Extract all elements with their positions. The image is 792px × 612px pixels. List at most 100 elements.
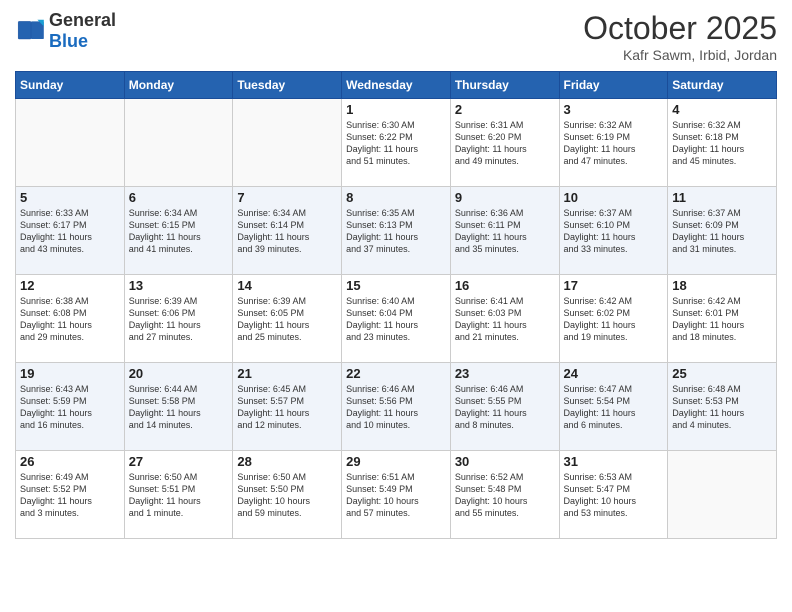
calendar-cell: 6 Sunrise: 6:34 AM Sunset: 6:15 PM Daylig… [124,187,233,275]
day-info: Sunrise: 6:33 AM Sunset: 6:17 PM Dayligh… [20,207,120,256]
calendar-cell [233,99,342,187]
day-header-thursday: Thursday [450,72,559,99]
day-number: 20 [129,366,229,381]
day-info: Sunrise: 6:47 AM Sunset: 5:54 PM Dayligh… [564,383,664,432]
day-number: 15 [346,278,446,293]
day-info: Sunrise: 6:41 AM Sunset: 6:03 PM Dayligh… [455,295,555,344]
day-number: 24 [564,366,664,381]
day-number: 11 [672,190,772,205]
calendar-cell: 23Sunrise: 6:46 AM Sunset: 5:55 PM Dayli… [450,363,559,451]
calendar-cell: 24 Sunrise: 6:47 AM Sunset: 5:54 PM Dayli… [559,363,668,451]
logo-icon [15,15,47,47]
day-number: 27 [129,454,229,469]
title-block: October 2025 Kafr Sawm, Irbid, Jordan [583,10,777,63]
day-info: Sunrise: 6:42 AM Sunset: 6:01 PM Dayligh… [672,295,772,344]
day-info: Sunrise: 6:35 AM Sunset: 6:13 PM Dayligh… [346,207,446,256]
calendar-cell: 7 Sunrise: 6:34 AM Sunset: 6:14 PM Daylig… [233,187,342,275]
day-number: 28 [237,454,337,469]
calendar-cell: 4Sunrise: 6:32 AM Sunset: 6:18 PM Daylig… [668,99,777,187]
day-number: 1 [346,102,446,117]
day-info: Sunrise: 6:49 AM Sunset: 5:52 PM Dayligh… [20,471,120,520]
day-info: Sunrise: 6:45 AM Sunset: 5:57 PM Dayligh… [237,383,337,432]
day-number: 8 [346,190,446,205]
day-info: Sunrise: 6:32 AM Sunset: 6:19 PM Dayligh… [564,119,664,168]
calendar-header-row: SundayMondayTuesdayWednesdayThursdayFrid… [16,72,777,99]
logo-general-text: General [49,10,116,30]
calendar-cell: 14 Sunrise: 6:39 AM Sunset: 6:05 PM Dayli… [233,275,342,363]
day-info: Sunrise: 6:46 AM Sunset: 5:56 PM Dayligh… [346,383,446,432]
day-info: Sunrise: 6:37 AM Sunset: 6:10 PM Dayligh… [564,207,664,256]
calendar-cell: 13 Sunrise: 6:39 AM Sunset: 6:06 PM Dayli… [124,275,233,363]
day-header-tuesday: Tuesday [233,72,342,99]
day-number: 19 [20,366,120,381]
day-info: Sunrise: 6:39 AM Sunset: 6:05 PM Dayligh… [237,295,337,344]
day-header-monday: Monday [124,72,233,99]
day-info: Sunrise: 6:52 AM Sunset: 5:48 PM Dayligh… [455,471,555,520]
day-info: Sunrise: 6:37 AM Sunset: 6:09 PM Dayligh… [672,207,772,256]
day-info: Sunrise: 6:51 AM Sunset: 5:49 PM Dayligh… [346,471,446,520]
calendar-table: SundayMondayTuesdayWednesdayThursdayFrid… [15,71,777,539]
day-info: Sunrise: 6:36 AM Sunset: 6:11 PM Dayligh… [455,207,555,256]
day-number: 30 [455,454,555,469]
day-info: Sunrise: 6:43 AM Sunset: 5:59 PM Dayligh… [20,383,120,432]
day-info: Sunrise: 6:38 AM Sunset: 6:08 PM Dayligh… [20,295,120,344]
day-info: Sunrise: 6:46 AM Sunset: 5:55 PM Dayligh… [455,383,555,432]
day-number: 3 [564,102,664,117]
calendar-cell: 26 Sunrise: 6:49 AM Sunset: 5:52 PM Dayli… [16,451,125,539]
calendar-week-row: 12 Sunrise: 6:38 AM Sunset: 6:08 PM Dayli… [16,275,777,363]
calendar-cell [16,99,125,187]
header: General Blue October 2025 Kafr Sawm, Irb… [15,10,777,63]
calendar-cell [668,451,777,539]
day-number: 7 [237,190,337,205]
day-info: Sunrise: 6:30 AM Sunset: 6:22 PM Dayligh… [346,119,446,168]
day-number: 13 [129,278,229,293]
day-number: 10 [564,190,664,205]
location-subtitle: Kafr Sawm, Irbid, Jordan [583,47,777,63]
day-number: 5 [20,190,120,205]
day-number: 18 [672,278,772,293]
day-info: Sunrise: 6:34 AM Sunset: 6:15 PM Dayligh… [129,207,229,256]
calendar-week-row: 1 Sunrise: 6:30 AM Sunset: 6:22 PM Daylig… [16,99,777,187]
calendar-week-row: 26 Sunrise: 6:49 AM Sunset: 5:52 PM Dayli… [16,451,777,539]
calendar-cell: 11 Sunrise: 6:37 AM Sunset: 6:09 PM Dayli… [668,187,777,275]
day-info: Sunrise: 6:32 AM Sunset: 6:18 PM Dayligh… [672,119,772,168]
calendar-cell: 28Sunrise: 6:50 AM Sunset: 5:50 PM Dayli… [233,451,342,539]
calendar-cell: 25 Sunrise: 6:48 AM Sunset: 5:53 PM Dayli… [668,363,777,451]
logo-blue-text: Blue [49,31,88,51]
calendar-cell: 1 Sunrise: 6:30 AM Sunset: 6:22 PM Daylig… [342,99,451,187]
calendar-cell: 10 Sunrise: 6:37 AM Sunset: 6:10 PM Dayli… [559,187,668,275]
day-number: 25 [672,366,772,381]
day-number: 6 [129,190,229,205]
day-number: 14 [237,278,337,293]
day-number: 12 [20,278,120,293]
day-info: Sunrise: 6:44 AM Sunset: 5:58 PM Dayligh… [129,383,229,432]
page: General Blue October 2025 Kafr Sawm, Irb… [0,0,792,612]
day-info: Sunrise: 6:48 AM Sunset: 5:53 PM Dayligh… [672,383,772,432]
day-header-sunday: Sunday [16,72,125,99]
calendar-cell: 20 Sunrise: 6:44 AM Sunset: 5:58 PM Dayli… [124,363,233,451]
calendar-cell [124,99,233,187]
calendar-cell: 31Sunrise: 6:53 AM Sunset: 5:47 PM Dayli… [559,451,668,539]
day-number: 29 [346,454,446,469]
calendar-cell: 12 Sunrise: 6:38 AM Sunset: 6:08 PM Dayli… [16,275,125,363]
calendar-week-row: 5 Sunrise: 6:33 AM Sunset: 6:17 PM Daylig… [16,187,777,275]
day-info: Sunrise: 6:42 AM Sunset: 6:02 PM Dayligh… [564,295,664,344]
calendar-week-row: 19 Sunrise: 6:43 AM Sunset: 5:59 PM Dayli… [16,363,777,451]
day-number: 2 [455,102,555,117]
calendar-cell: 17 Sunrise: 6:42 AM Sunset: 6:02 PM Dayli… [559,275,668,363]
day-number: 31 [564,454,664,469]
day-number: 16 [455,278,555,293]
calendar-cell: 30 Sunrise: 6:52 AM Sunset: 5:48 PM Dayli… [450,451,559,539]
day-header-friday: Friday [559,72,668,99]
logo: General Blue [15,10,116,52]
day-number: 17 [564,278,664,293]
day-info: Sunrise: 6:34 AM Sunset: 6:14 PM Dayligh… [237,207,337,256]
calendar-cell: 18 Sunrise: 6:42 AM Sunset: 6:01 PM Dayli… [668,275,777,363]
day-number: 26 [20,454,120,469]
day-header-saturday: Saturday [668,72,777,99]
calendar-cell: 19 Sunrise: 6:43 AM Sunset: 5:59 PM Dayli… [16,363,125,451]
day-number: 21 [237,366,337,381]
day-number: 9 [455,190,555,205]
day-info: Sunrise: 6:50 AM Sunset: 5:51 PM Dayligh… [129,471,229,520]
day-info: Sunrise: 6:39 AM Sunset: 6:06 PM Dayligh… [129,295,229,344]
